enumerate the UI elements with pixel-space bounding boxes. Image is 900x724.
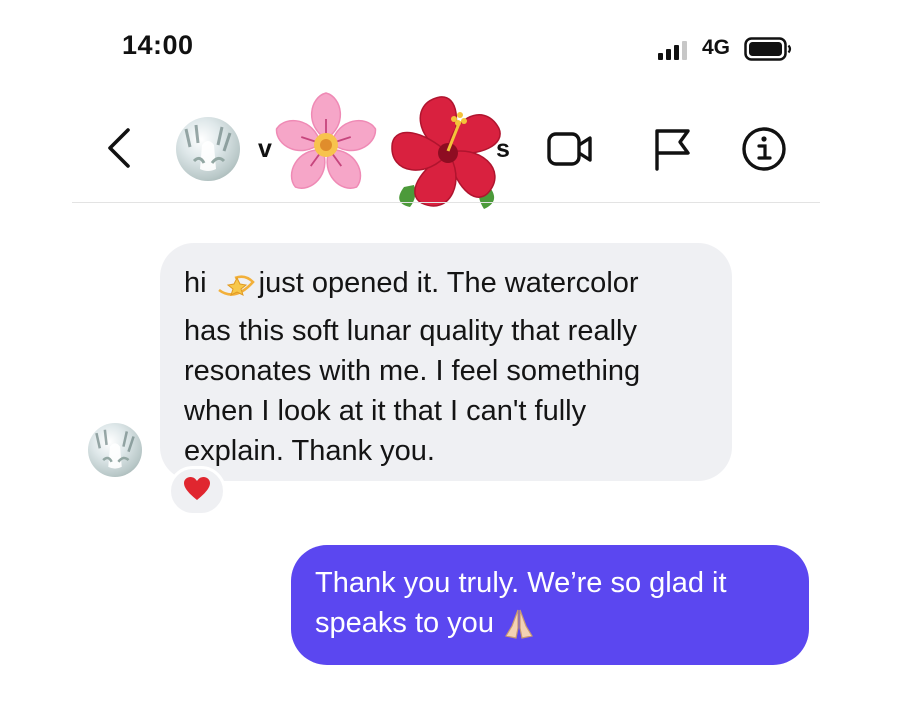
battery-icon [744, 36, 792, 62]
signal-icon [658, 40, 690, 60]
message-line: has this soft lunar quality that really [184, 315, 637, 347]
message-line: explain. Thank you. [184, 435, 435, 467]
status-bar: 14:00 4G [0, 0, 900, 100]
chevron-left-icon[interactable] [104, 126, 134, 170]
dizzy-star-icon [215, 268, 259, 311]
hibiscus-sticker [384, 91, 512, 215]
message-line: resonates with me. I feel something [184, 355, 641, 387]
reaction-badge[interactable] [168, 466, 226, 516]
info-icon[interactable] [740, 125, 788, 173]
folded-hands-icon [502, 606, 536, 651]
message-line: hi just opened it. The watercolor [184, 263, 708, 311]
sender-avatar[interactable] [88, 423, 142, 477]
avatar[interactable] [176, 117, 240, 181]
message-line: Thank you truly. We’re so glad it [315, 567, 727, 599]
header-divider [72, 202, 820, 203]
flag-icon[interactable] [648, 125, 696, 173]
network-type: 4G [702, 36, 731, 59]
message-line: speaks to you [315, 603, 783, 651]
outgoing-message-bubble[interactable]: Thank you truly. We’re so glad it speaks… [291, 545, 809, 665]
heart-icon [183, 476, 211, 507]
message-line: when I look at it that I can't fully [184, 395, 587, 427]
incoming-message-bubble[interactable]: hi just opened it. The watercolor has th… [160, 243, 732, 481]
status-time: 14:00 [122, 30, 194, 60]
cherry-blossom-sticker [266, 85, 386, 205]
conversation-header: v s [72, 92, 820, 209]
video-camera-icon[interactable] [546, 125, 594, 173]
